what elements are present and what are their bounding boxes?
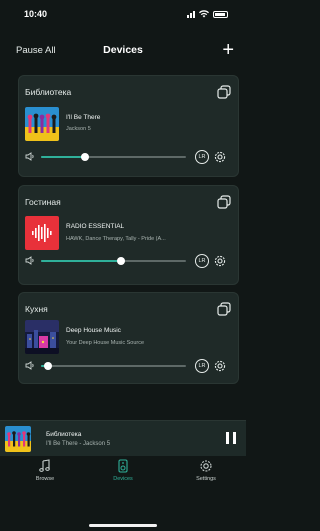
volume-knob[interactable] <box>117 257 125 265</box>
music-note-icon <box>39 459 50 472</box>
tab-browse[interactable]: Browse <box>15 459 75 482</box>
volume-knob[interactable] <box>44 362 52 370</box>
mini-player[interactable]: Библиотека I'll Be There - Jackson 5 <box>0 420 246 456</box>
gear-icon[interactable] <box>213 254 227 268</box>
speaker-icon <box>118 459 128 473</box>
tab-devices[interactable]: Devices <box>93 459 153 482</box>
track-title: RADIO ESSENTIAL <box>66 223 125 230</box>
stereo-lr-button[interactable]: LR <box>195 359 209 373</box>
home-indicator[interactable] <box>89 524 157 527</box>
volume-knob[interactable] <box>81 153 89 161</box>
room-name: Гостиная <box>25 197 61 207</box>
gear-icon <box>200 460 212 472</box>
wifi-icon <box>199 10 209 18</box>
battery-icon <box>213 10 228 18</box>
track-title: Deep House Music <box>66 327 121 334</box>
top-bar: Pause All Devices + <box>0 40 246 60</box>
room-name: Библиотека <box>25 87 72 97</box>
gear-icon[interactable] <box>213 150 227 164</box>
album-art[interactable] <box>25 320 59 354</box>
volume-icon[interactable] <box>25 152 36 161</box>
volume-fill <box>41 156 85 158</box>
track-subtitle: HAWK, Dance Therapy, Tally - Pride (A... <box>66 236 166 242</box>
group-speakers-icon[interactable] <box>217 85 231 99</box>
volume-slider[interactable] <box>41 257 186 265</box>
stereo-lr-button[interactable]: LR <box>195 150 209 164</box>
album-art[interactable] <box>25 107 59 141</box>
track-subtitle: Jackson 5 <box>66 126 91 132</box>
stereo-lr-button[interactable]: LR <box>195 254 209 268</box>
volume-slider[interactable] <box>41 362 186 370</box>
room-name: Кухня <box>25 304 48 314</box>
pause-button[interactable] <box>226 432 236 444</box>
volume-fill <box>41 260 121 262</box>
cellular-signal-icon <box>187 10 195 18</box>
status-bar: 10:40 <box>0 0 246 28</box>
mini-player-track: I'll Be There - Jackson 5 <box>46 441 111 447</box>
album-art[interactable] <box>25 216 59 250</box>
volume-icon[interactable] <box>25 256 36 265</box>
mini-player-room: Библиотека <box>46 431 82 438</box>
tab-bar: Browse Devices Settings <box>0 456 246 531</box>
status-icons <box>187 10 228 18</box>
device-card-kitchen[interactable]: Кухня Deep House Music Your Deep House M… <box>18 292 239 384</box>
tab-label: Devices <box>113 476 133 482</box>
group-speakers-icon[interactable] <box>217 195 231 209</box>
gear-icon[interactable] <box>213 359 227 373</box>
status-time: 10:40 <box>24 9 48 19</box>
device-card-library[interactable]: Библиотека I'll Be There Jackson 5 LR <box>18 75 239 177</box>
device-card-living-room[interactable]: Гостиная RADIO ESSENTIAL HAWK, Dance The… <box>18 185 239 285</box>
track-subtitle: Your Deep House Music Source <box>66 340 145 346</box>
track-title: I'll Be There <box>66 114 101 121</box>
volume-icon[interactable] <box>25 361 36 370</box>
tab-label: Browse <box>35 476 55 482</box>
tab-label: Settings <box>196 476 216 482</box>
pause-all-button[interactable]: Pause All <box>16 45 56 56</box>
tab-settings[interactable]: Settings <box>176 459 236 482</box>
group-speakers-icon[interactable] <box>217 302 231 316</box>
volume-slider[interactable] <box>41 153 186 161</box>
add-device-button[interactable]: + <box>222 40 234 60</box>
mini-player-album-art[interactable] <box>5 426 31 452</box>
